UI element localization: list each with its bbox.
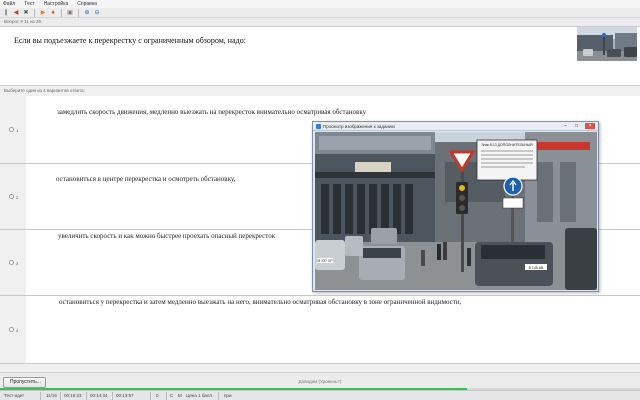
answer-text: увеличить скорость и как можно быстрее п… xyxy=(58,232,276,240)
pause-icon[interactable]: ∥ xyxy=(2,9,10,17)
question-thumbnail[interactable] xyxy=(577,27,637,61)
viewer-title-bar[interactable]: Просмотр изображения к заданию – □ × xyxy=(313,122,598,131)
toolbar-separator xyxy=(78,8,79,17)
zoom-out-icon[interactable]: ⊖ xyxy=(93,9,101,17)
prev-icon[interactable]: ◀ xyxy=(12,9,20,17)
answer-radio[interactable] xyxy=(9,260,14,265)
status-separator xyxy=(218,392,219,400)
image-viewer-window[interactable]: Просмотр изображения к заданию – □ × Зна… xyxy=(312,121,599,292)
maximize-icon[interactable]: □ xyxy=(572,123,581,129)
status-separator xyxy=(112,392,113,400)
answer-number: 1 xyxy=(16,128,19,133)
window-icon xyxy=(316,124,321,129)
menu-test[interactable]: Тест xyxy=(24,1,34,7)
intersection-photo: Знак 8.13 ДОПОЛНИТЕЛЬНЫЙ M 237 ХР B 145 … xyxy=(315,132,597,290)
status-price: Цена 1 балл xyxy=(186,393,213,398)
toolbar: ∥ ◀ ✖ ▶ ● ▣ ⊕ ⊖ xyxy=(0,8,640,18)
minimize-icon[interactable]: – xyxy=(561,123,570,129)
bottom-bar: Пропустить... Доводим (Уровень?) xyxy=(0,372,640,391)
question-panel: Если вы подъезжаете к перекрестку с огра… xyxy=(0,26,640,86)
status-time-total: 00:14:34 xyxy=(90,393,108,398)
answer-option-4[interactable]: 4 остановиться у перекрестка и затем мед… xyxy=(0,296,640,364)
stop-icon[interactable]: ✖ xyxy=(22,9,30,17)
answer-text: остановиться в центре перекрестка и осмо… xyxy=(56,175,236,183)
close-icon[interactable]: × xyxy=(585,123,595,129)
answer-radio[interactable] xyxy=(9,194,14,199)
sign-caption: Знак 8.13 ДОПОЛНИТЕЛЬНЫЙ xyxy=(481,143,533,147)
answer-box[interactable]: остановиться у перекрестка и затем медле… xyxy=(26,296,640,363)
menu-settings[interactable]: Настройка xyxy=(44,1,69,7)
menu-help[interactable]: Справка xyxy=(77,1,97,7)
status-separator xyxy=(150,392,151,400)
answer-hint: Выберите один из 4 вариантов ответа: xyxy=(4,88,85,93)
menu-file[interactable]: Файл xyxy=(3,1,15,7)
viewer-title: Просмотр изображения к заданию xyxy=(323,124,395,129)
record-icon[interactable]: ● xyxy=(49,9,57,17)
answer-number: 3 xyxy=(16,261,19,266)
status-extra: при xyxy=(224,393,232,398)
answer-number: 4 xyxy=(16,328,19,333)
status-progress: 11/15 xyxy=(46,393,57,398)
status-separator xyxy=(40,392,41,400)
zoom-in-icon[interactable]: ⊕ xyxy=(83,9,91,17)
toolbar-separator xyxy=(34,8,35,17)
status-time-elapsed: 00:10:23 xyxy=(64,393,82,398)
answer-text: замедлить скорость движения, медленно вы… xyxy=(57,108,367,116)
answer-text: остановиться у перекрестка и затем медле… xyxy=(59,298,462,306)
license-plate-right: B 145 АВ xyxy=(529,266,544,270)
image-icon[interactable]: ▣ xyxy=(66,9,74,17)
level-label: Доводим (Уровень?) xyxy=(298,379,342,384)
answer-number: 2 xyxy=(16,195,19,200)
menu-bar: Файл Тест Настройка Справка xyxy=(0,0,640,8)
answer-radio[interactable] xyxy=(9,127,14,132)
question-text: Если вы подъезжаете к перекрестку с огра… xyxy=(14,36,246,45)
license-plate-left: M 237 ХР xyxy=(317,259,333,263)
status-errors: 0 xyxy=(156,393,159,398)
status-separator xyxy=(166,392,167,400)
status-separator xyxy=(86,392,87,400)
status-bar: Тест идет 11/15 00:10:23 00:14:34 00:13:… xyxy=(0,390,640,400)
question-info: Вопрос # 11 из 29. xyxy=(0,18,640,26)
answer-radio[interactable] xyxy=(9,327,14,332)
status-time-left: 00:13:57 xyxy=(116,393,134,398)
next-icon[interactable]: ▶ xyxy=(39,9,47,17)
status-state: Тест идет xyxy=(4,393,25,398)
status-flag-c: С xyxy=(170,393,174,398)
toolbar-separator xyxy=(61,8,62,17)
status-flag-m: М xyxy=(178,393,182,398)
status-separator xyxy=(60,392,61,400)
